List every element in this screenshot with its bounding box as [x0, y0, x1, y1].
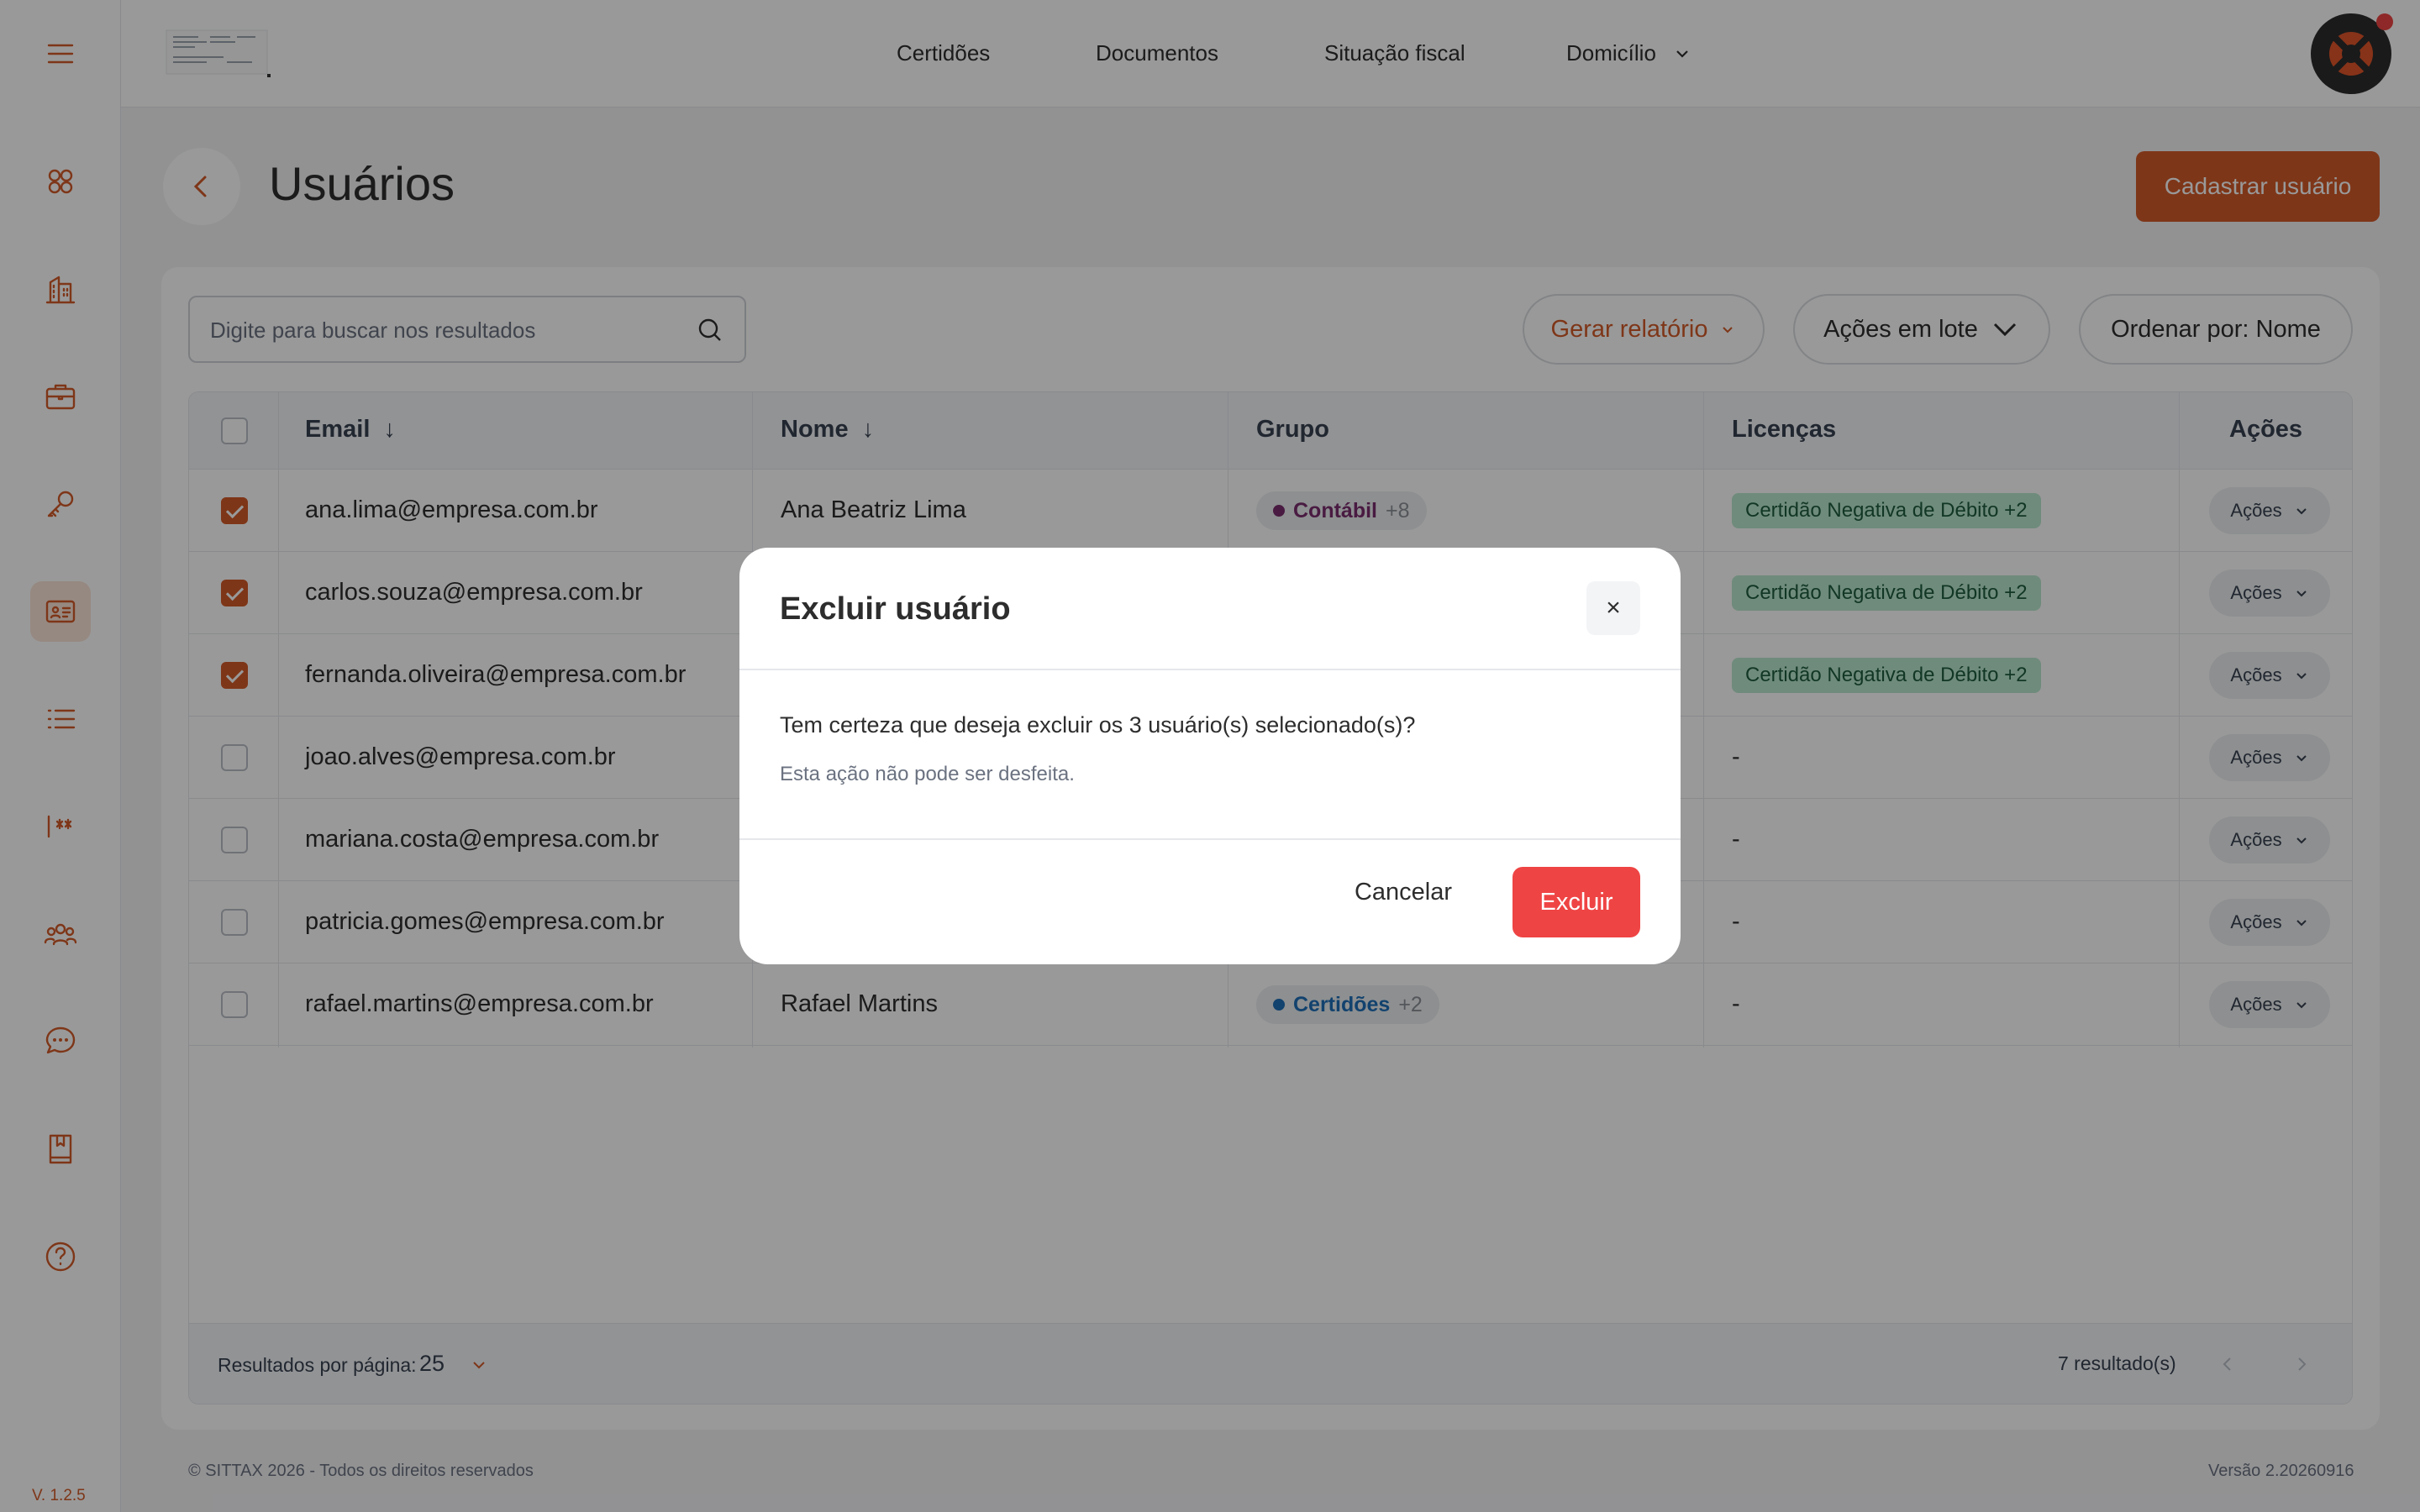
close-button[interactable]: × [1586, 581, 1640, 635]
modal-title: Excluir usuário [780, 591, 1011, 627]
confirm-delete-button[interactable]: Excluir [1512, 867, 1640, 937]
delete-user-modal: Excluir usuário × Tem certeza que deseja… [739, 548, 1681, 964]
modal-submessage: Esta ação não pode ser desfeita. [780, 763, 1075, 785]
cancel-button[interactable]: Cancelar [1344, 867, 1462, 917]
close-icon: × [1606, 594, 1621, 622]
modal-message: Tem certeza que deseja excluir os 3 usuá… [780, 712, 1416, 738]
modal-divider [739, 669, 1681, 670]
modal-divider [739, 838, 1681, 840]
